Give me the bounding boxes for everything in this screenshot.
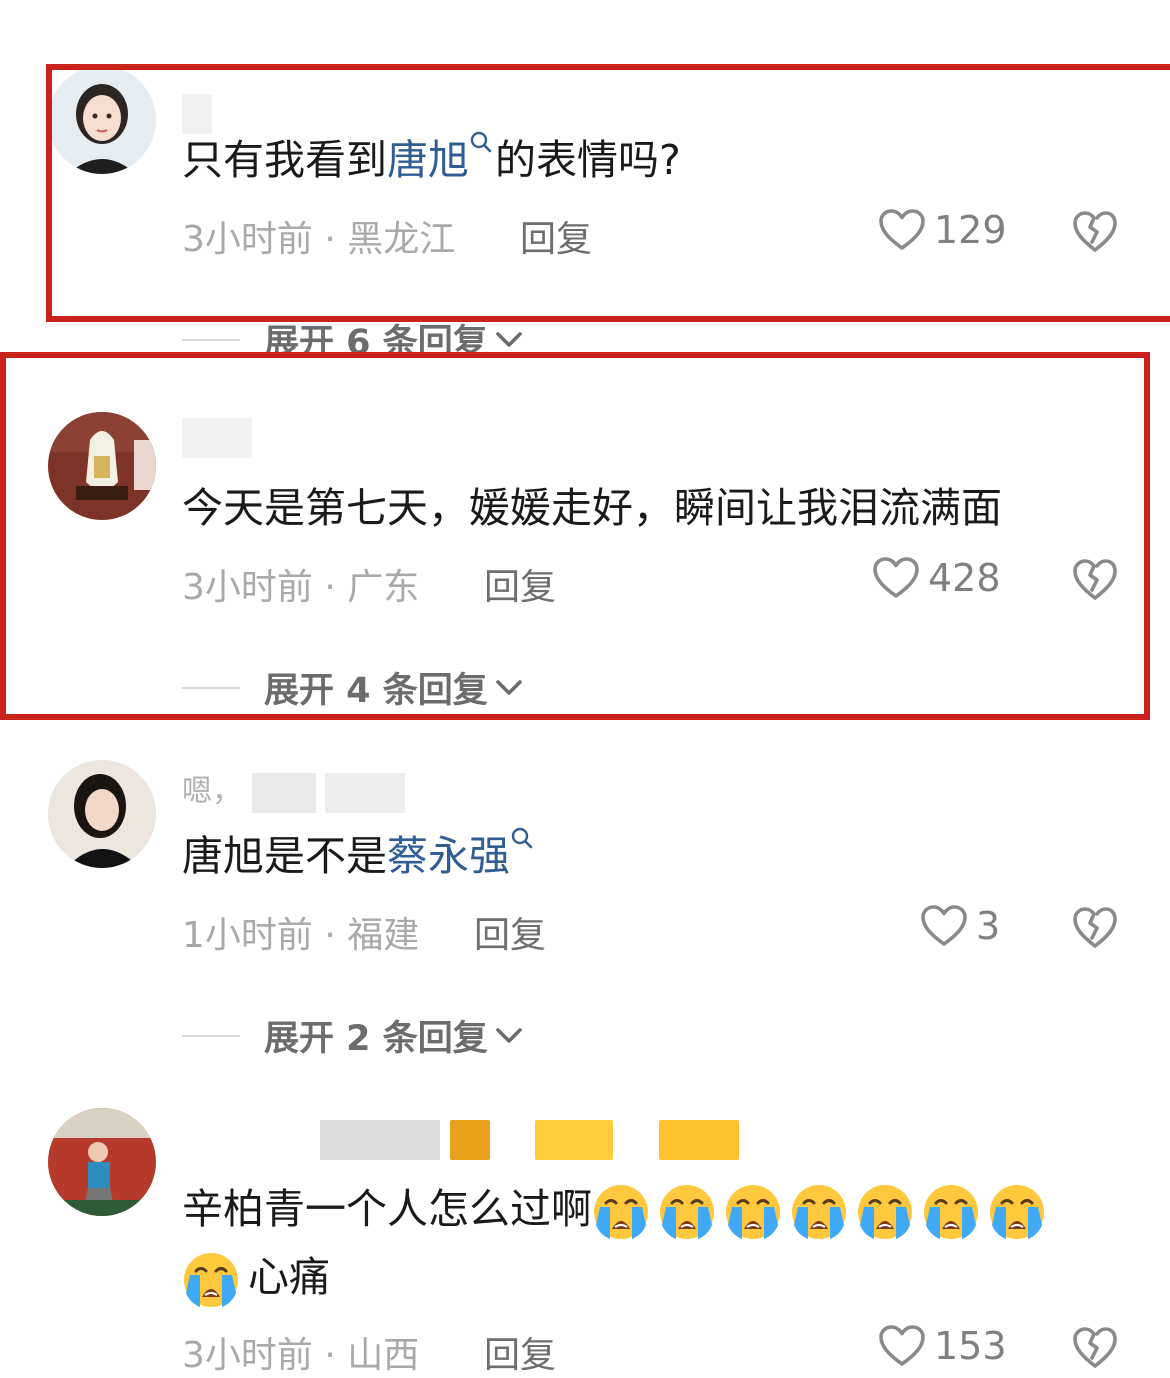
- comment-text: 辛柏青一个人怎么过啊: [182, 1178, 1054, 1241]
- username[interactable]: 嗯，: [182, 766, 406, 813]
- comment-text-line2: 心痛: [182, 1246, 330, 1309]
- heart-outline-icon: [920, 904, 968, 948]
- reply-button[interactable]: 回复: [484, 1326, 556, 1378]
- chevron-down-icon: [494, 1025, 524, 1047]
- username[interactable]: [320, 1120, 739, 1160]
- broken-heart-icon[interactable]: [1072, 906, 1118, 950]
- like-count: 153: [934, 1324, 1007, 1368]
- loudly-crying-face-emoji: [182, 1251, 240, 1309]
- like-button[interactable]: 3: [920, 904, 1000, 948]
- expand-replies-button[interactable]: 展开 2 条回复: [182, 1010, 524, 1061]
- comment-item: 辛柏青一个人怎么过啊 心痛 3小时前 · 山西 回复 153: [0, 1090, 1170, 1376]
- comment-meta: 1小时前 · 福建: [182, 915, 420, 956]
- avatar[interactable]: [48, 760, 156, 868]
- comment-item: 嗯， 唐旭是不是蔡永强 1小时前 · 福建 回复 3 展开 2 条回复: [0, 740, 1170, 1070]
- loudly-crying-face-emoji: [592, 1183, 650, 1241]
- comment-meta: 3小时前 · 山西: [182, 1335, 420, 1376]
- highlight-box: [0, 352, 1150, 720]
- avatar[interactable]: [48, 1108, 156, 1216]
- highlight-box: [46, 64, 1170, 322]
- like-count: 3: [976, 904, 1001, 948]
- heart-outline-icon: [878, 1324, 926, 1368]
- reply-button[interactable]: 回复: [474, 906, 546, 958]
- loudly-crying-face-emoji: [922, 1183, 980, 1241]
- topic-link[interactable]: 蔡永强: [387, 832, 536, 880]
- like-button[interactable]: 153: [878, 1324, 1007, 1368]
- divider: [182, 338, 240, 341]
- loudly-crying-face-emoji: [724, 1183, 782, 1241]
- divider: [182, 1034, 240, 1037]
- loudly-crying-face-emoji: [856, 1183, 914, 1241]
- comment-text: 唐旭是不是蔡永强: [182, 830, 536, 882]
- chevron-down-icon: [494, 329, 524, 351]
- loudly-crying-face-emoji: [658, 1183, 716, 1241]
- loudly-crying-face-emoji: [790, 1183, 848, 1241]
- broken-heart-icon[interactable]: [1072, 1326, 1118, 1370]
- loudly-crying-face-emoji: [988, 1183, 1046, 1241]
- search-icon: [510, 826, 534, 850]
